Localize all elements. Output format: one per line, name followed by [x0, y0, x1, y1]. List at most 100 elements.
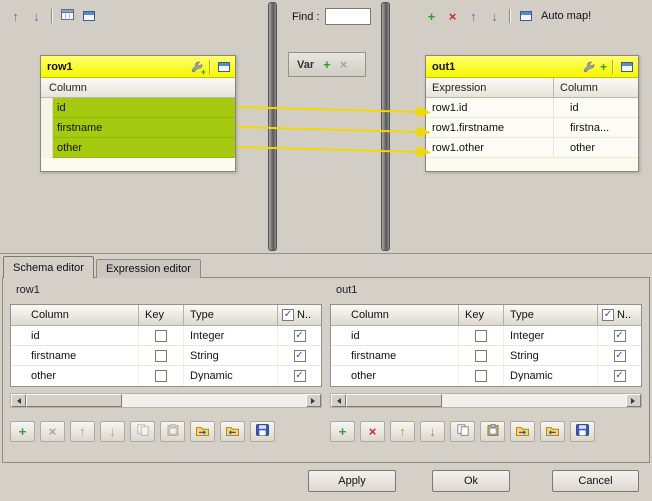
move-up-button[interactable]: ↑ [390, 421, 415, 442]
move-up-button[interactable]: ↑ [70, 421, 95, 442]
mapping-link-id[interactable] [237, 107, 417, 112]
scroll-track[interactable] [122, 394, 306, 407]
move-down-button[interactable]: ↓ [100, 421, 125, 442]
schema-row-id[interactable]: id Integer [331, 326, 641, 346]
nullable-header[interactable]: N.. [598, 305, 641, 325]
remove-var-button[interactable]: × [340, 58, 348, 71]
remove-column-button[interactable]: × [360, 421, 385, 442]
scroll-left-button[interactable] [11, 394, 26, 407]
row1-row-id[interactable]: id [41, 98, 235, 118]
out1-row-id[interactable]: row1.idid [426, 98, 638, 118]
minimize-window-icon[interactable] [216, 60, 231, 74]
nullable-checkbox[interactable] [614, 350, 626, 362]
nullable-checkbox[interactable] [614, 330, 626, 342]
nullable-checkbox[interactable] [294, 330, 306, 342]
scroll-track[interactable] [442, 394, 626, 407]
ok-button[interactable]: Ok [432, 470, 510, 492]
type-cell[interactable]: Integer [184, 326, 278, 345]
export-schema-button[interactable] [540, 421, 565, 442]
scroll-right-button[interactable] [306, 394, 321, 407]
copy-button[interactable] [130, 421, 155, 442]
schema-left-hscrollbar[interactable] [10, 393, 322, 408]
row1-title-bar[interactable]: row1 + [41, 56, 235, 78]
column-name-cell[interactable]: firstname [11, 346, 139, 365]
row1-row-firstname[interactable]: firstname [41, 118, 235, 138]
cancel-button[interactable]: Cancel [552, 470, 639, 492]
key-checkbox[interactable] [155, 350, 167, 362]
left-splitter-bar[interactable] [268, 2, 277, 251]
nullable-all-checkbox[interactable] [282, 309, 294, 321]
key-header[interactable]: Key [139, 305, 184, 325]
save-schema-button[interactable] [250, 421, 275, 442]
schema-row-firstname[interactable]: firstname String [331, 346, 641, 366]
schema-right-hscrollbar[interactable] [330, 393, 642, 408]
schema-row-firstname[interactable]: firstname String [11, 346, 321, 366]
mapping-link-firstname[interactable] [237, 127, 417, 132]
column-name-cell[interactable]: id [11, 326, 139, 345]
right-splitter-bar[interactable] [381, 2, 390, 251]
remove-output-button[interactable]: × [443, 7, 462, 25]
expression-cell[interactable]: row1.other [426, 138, 554, 157]
add-output-button[interactable]: + [422, 7, 441, 25]
nullable-header[interactable]: N.. [278, 305, 321, 325]
column-name-cell[interactable]: other [11, 366, 139, 386]
type-cell[interactable]: Dynamic [184, 366, 278, 386]
scroll-thumb[interactable] [346, 394, 442, 407]
export-schema-button[interactable] [220, 421, 245, 442]
schema-row-other[interactable]: other Dynamic [11, 366, 321, 386]
import-schema-button[interactable] [190, 421, 215, 442]
apply-button[interactable]: Apply [308, 470, 396, 492]
mapping-link-other[interactable] [237, 147, 417, 152]
nullable-checkbox[interactable] [294, 350, 306, 362]
remove-column-button[interactable]: × [40, 421, 65, 442]
paste-button[interactable] [160, 421, 185, 442]
scroll-thumb[interactable] [26, 394, 122, 407]
add-column-button[interactable]: + [600, 61, 607, 73]
save-schema-button[interactable] [570, 421, 595, 442]
out1-row-firstname[interactable]: row1.firstnamefirstna... [426, 118, 638, 138]
schema-row-other[interactable]: other Dynamic [331, 366, 641, 386]
out1-row-other[interactable]: row1.otherother [426, 138, 638, 158]
settings-wrench-plus-icon[interactable]: + [189, 60, 204, 74]
key-checkbox[interactable] [155, 330, 167, 342]
expression-header[interactable]: Expression [426, 78, 554, 97]
table-view-button[interactable] [58, 7, 77, 25]
tab-expression-editor[interactable]: Expression editor [96, 259, 201, 278]
column-header[interactable]: Column [554, 78, 638, 97]
type-cell[interactable]: Dynamic [504, 366, 598, 386]
find-input[interactable] [325, 8, 371, 25]
import-schema-button[interactable] [510, 421, 535, 442]
move-up-button[interactable]: ↑ [6, 7, 25, 25]
move-down-output-button[interactable]: ↓ [485, 7, 504, 25]
column-name-cell[interactable]: other [331, 366, 459, 386]
add-var-button[interactable]: + [323, 58, 331, 71]
move-down-button[interactable]: ↓ [27, 7, 46, 25]
nullable-checkbox[interactable] [614, 370, 626, 382]
column-header[interactable]: Column [331, 305, 459, 325]
key-checkbox[interactable] [475, 370, 487, 382]
add-column-button[interactable]: + [10, 421, 35, 442]
nullable-checkbox[interactable] [294, 370, 306, 382]
column-name-cell[interactable]: firstname [331, 346, 459, 365]
key-header[interactable]: Key [459, 305, 504, 325]
scroll-left-button[interactable] [331, 394, 346, 407]
row1-column-header[interactable]: Column [41, 78, 235, 98]
row1-row-other[interactable]: other [41, 138, 235, 158]
schema-row-id[interactable]: id Integer [11, 326, 321, 346]
type-header[interactable]: Type [184, 305, 278, 325]
auto-map-button[interactable]: Auto map! [537, 10, 595, 22]
type-cell[interactable]: String [184, 346, 278, 365]
column-name-cell[interactable]: id [331, 326, 459, 345]
move-up-output-button[interactable]: ↑ [464, 7, 483, 25]
out1-title-bar[interactable]: out1 + [426, 56, 638, 78]
key-checkbox[interactable] [475, 330, 487, 342]
window-view-button[interactable] [516, 7, 535, 25]
nullable-all-checkbox[interactable] [602, 309, 614, 321]
key-checkbox[interactable] [475, 350, 487, 362]
column-header[interactable]: Column [11, 305, 139, 325]
scroll-right-button[interactable] [626, 394, 641, 407]
move-down-button[interactable]: ↓ [420, 421, 445, 442]
type-cell[interactable]: String [504, 346, 598, 365]
paste-button[interactable] [480, 421, 505, 442]
expression-cell[interactable]: row1.id [426, 98, 554, 117]
